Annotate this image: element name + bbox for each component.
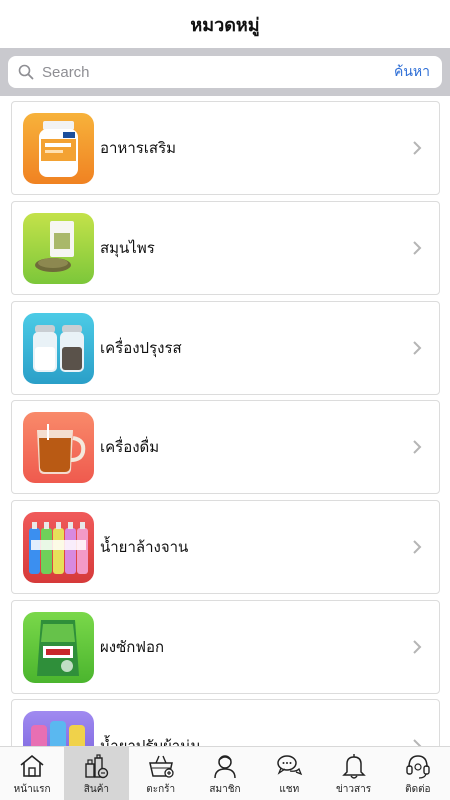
category-label: เครื่องดื่ม (100, 438, 160, 456)
chevron-right-icon (413, 440, 422, 454)
header: หมวดหมู่ (0, 0, 450, 48)
search-icon (18, 64, 34, 80)
category-label: น้ำยาปรับผ้านุ่ม (100, 737, 201, 746)
tab-basket[interactable]: ตะกร้า (129, 747, 193, 800)
tab-home[interactable]: หน้าแรก (0, 747, 64, 800)
category-item-dishwashing-liquid[interactable]: น้ำยาล้างจาน (11, 500, 440, 594)
page-title: หมวดหมู่ (190, 14, 260, 36)
chevron-right-icon (413, 241, 422, 255)
chevron-right-icon (413, 640, 422, 654)
category-label: น้ำยาล้างจาน (100, 538, 189, 556)
app-screen: หมวดหมู่ ค้นหา อ (0, 0, 450, 800)
tab-products[interactable]: สินค้า (64, 747, 129, 800)
bell-icon (341, 754, 366, 779)
supplement-bottle-icon (23, 112, 94, 184)
bottom-tab-bar: หน้าแรก สินค้า ตะกร้า สมาชิก แชท ข่าวสาร… (0, 746, 450, 800)
detergent-bottles-icon (23, 511, 94, 583)
tab-label: สมาชิก (209, 784, 241, 795)
home-icon (20, 754, 44, 777)
headset-icon (406, 755, 430, 779)
category-item-washing-powder[interactable]: ผงซักฟอก (11, 600, 440, 694)
category-item-supplements[interactable]: อาหารเสริม (11, 101, 440, 195)
search-input[interactable] (42, 57, 394, 87)
chat-icon (277, 755, 303, 776)
tab-label: สินค้า (83, 784, 110, 795)
category-label: อาหารเสริม (100, 139, 177, 157)
herb-bag-icon (23, 212, 94, 284)
chevron-right-icon (413, 141, 422, 155)
tea-cup-icon (23, 411, 94, 483)
category-item-herbs[interactable]: สมุนไพร (11, 201, 440, 295)
tab-contact[interactable]: ติดต่อ (386, 747, 450, 800)
tab-label: ตะกร้า (146, 784, 176, 795)
tab-news[interactable]: ข่าวสาร (321, 747, 385, 800)
tab-label: หน้าแรก (13, 784, 51, 795)
category-item-fabric-softener[interactable]: น้ำยาปรับผ้านุ่ม (11, 699, 440, 746)
search-bar: ค้นหา (0, 48, 450, 96)
search-box: ค้นหา (8, 56, 442, 88)
tab-label: แชท (279, 784, 300, 795)
search-button[interactable]: ค้นหา (394, 61, 430, 83)
category-list: อาหารเสริม สมุนไพร เครื่องปรุงรส เครื่อง… (0, 96, 450, 746)
basket-icon (148, 755, 174, 778)
washing-powder-icon (23, 611, 94, 683)
category-label: ผงซักฟอก (100, 638, 165, 656)
tab-label: ติดต่อ (405, 784, 431, 795)
products-icon (85, 754, 109, 779)
chevron-right-icon (413, 341, 422, 355)
member-icon (214, 755, 236, 779)
category-label: เครื่องปรุงรส (100, 339, 182, 357)
chevron-right-icon (413, 739, 422, 746)
tab-chat[interactable]: แชท (257, 747, 321, 800)
salt-pepper-icon (23, 312, 94, 384)
tab-label: ข่าวสาร (335, 784, 372, 795)
category-item-drinks[interactable]: เครื่องดื่ม (11, 400, 440, 494)
category-label: สมุนไพร (100, 239, 155, 257)
softener-bottles-icon (23, 710, 94, 746)
category-item-seasonings[interactable]: เครื่องปรุงรส (11, 301, 440, 395)
tab-member[interactable]: สมาชิก (193, 747, 257, 800)
chevron-right-icon (413, 540, 422, 554)
